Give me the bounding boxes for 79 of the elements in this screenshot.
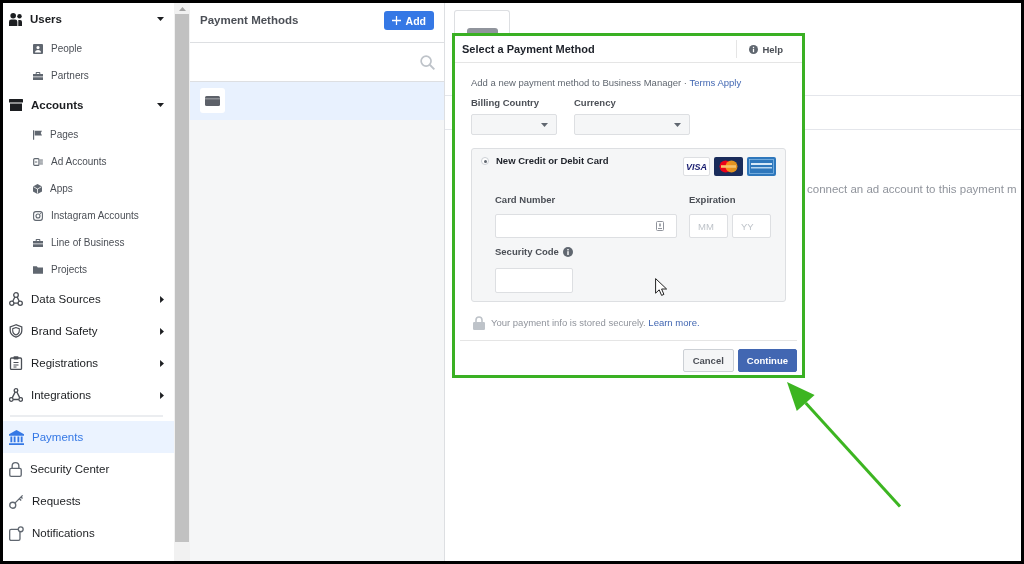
nav-subitem[interactable]: Pages: [3, 121, 174, 148]
currency-select[interactable]: [574, 114, 690, 135]
terms-link[interactable]: Terms Apply: [689, 77, 742, 88]
folder-icon: [33, 265, 43, 274]
card-icon: [466, 28, 498, 33]
nodes-icon: [9, 292, 23, 306]
nav-item[interactable]: Integrations: [3, 379, 174, 411]
notification-icon: [9, 525, 24, 541]
plus-icon: [391, 16, 401, 25]
card-number-field[interactable]: [495, 214, 677, 238]
archive-box-icon: [9, 99, 23, 111]
visa-logo: VISA: [683, 157, 710, 176]
nav-item[interactable]: Security Center: [3, 453, 174, 485]
nav-item[interactable]: Registrations: [3, 347, 174, 379]
dialog-button[interactable]: Cancel: [682, 349, 734, 372]
people-icon: [9, 12, 22, 26]
dialog-button[interactable]: Continue: [737, 349, 797, 372]
key-icon: [9, 493, 24, 509]
info-icon: [749, 44, 759, 54]
striped-card-logo-icon: [747, 157, 776, 176]
field-label: Card Number: [495, 194, 557, 206]
lock-icon: [473, 316, 485, 330]
intro-text: Add a new payment method to Business Manager · Terms Apply: [471, 77, 743, 89]
card-lines-icon: [33, 157, 43, 166]
option-label: New Credit or Debit Card: [496, 155, 609, 167]
nav-item[interactable]: Data Sources: [3, 283, 174, 315]
learn-more-link[interactable]: Learn more.: [648, 317, 700, 328]
camera-icon: [33, 210, 43, 221]
nav-subitem[interactable]: People: [3, 35, 174, 62]
scrollbar[interactable]: [174, 3, 190, 561]
help-button[interactable]: Help: [736, 40, 802, 58]
nav-item[interactable]: Accounts: [3, 89, 174, 121]
briefcase-icon: [33, 238, 43, 247]
person-badge-icon: [33, 43, 43, 54]
nav-item[interactable]: Brand Safety: [3, 315, 174, 347]
panel-title: Payment Methods: [200, 13, 299, 28]
nav-subitem[interactable]: Line of Business: [3, 229, 174, 256]
mouse-pointer-icon: [655, 278, 667, 296]
flag-icon: [33, 129, 42, 140]
search-field[interactable]: [190, 43, 444, 82]
nav-item[interactable]: Notifications: [3, 517, 174, 549]
scrollbar-thumb[interactable]: [175, 14, 189, 542]
nav-subitem[interactable]: Instagram Accounts: [3, 202, 174, 229]
nav-item[interactable]: Payments: [3, 421, 174, 453]
field-label: Billing Country: [471, 97, 541, 109]
lock-icon: [9, 461, 22, 477]
triangle-nodes-icon: [9, 388, 23, 402]
empty-message: connect an ad account to this payment m: [807, 182, 1017, 197]
briefcase-icon: [33, 71, 43, 80]
field-label: Security Code: [495, 246, 559, 258]
secure-note: Your payment info is stored securely. Learn more.: [491, 316, 700, 330]
nav-subitem[interactable]: Ad Accounts: [3, 148, 174, 175]
nav-subitem[interactable]: Partners: [3, 62, 174, 89]
month-field[interactable]: MM: [689, 214, 728, 238]
two-circles-logo-icon: [714, 157, 743, 176]
nav-item[interactable]: Requests: [3, 485, 174, 517]
card-icon: [200, 88, 225, 113]
search-icon: [420, 54, 435, 70]
add-button[interactable]: Add: [383, 11, 434, 30]
nav-item[interactable]: Users: [3, 3, 174, 35]
payment-method-item[interactable]: [190, 82, 444, 120]
caret-down-icon: [674, 122, 681, 127]
clipboard-icon: [9, 356, 23, 370]
nav-subitem[interactable]: Apps: [3, 175, 174, 202]
bank-icon: [9, 429, 24, 445]
security-code-field[interactable]: [495, 268, 573, 293]
radio-button[interactable]: [481, 157, 489, 165]
dialog-title: Select a Payment Method: [462, 43, 596, 55]
nav-subitem[interactable]: Projects: [3, 256, 174, 283]
field-label: Expiration: [689, 194, 737, 206]
shield-icon: [9, 324, 23, 338]
scroll-up-icon: [178, 7, 186, 11]
country-select[interactable]: [471, 114, 557, 135]
caret-down-icon: [541, 122, 548, 127]
info-icon: [562, 247, 573, 257]
field-label: Currency: [574, 97, 617, 109]
year-field[interactable]: YY: [732, 214, 771, 238]
cube-icon: [33, 183, 42, 194]
card-info-icon: [656, 221, 664, 231]
